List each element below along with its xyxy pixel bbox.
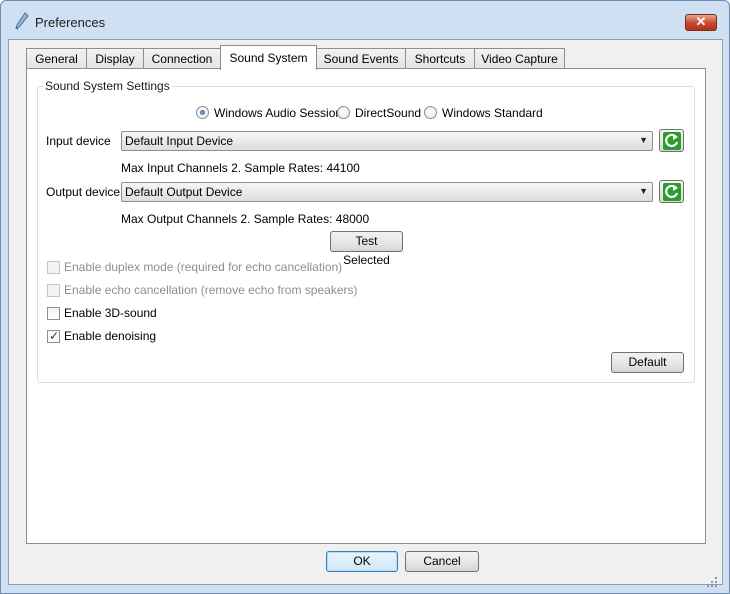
checkbox-denoising[interactable]: ✓ Enable denoising <box>47 329 157 345</box>
input-device-info: Max Input Channels 2. Sample Rates: 4410… <box>121 161 360 175</box>
ok-button[interactable]: OK <box>326 551 398 572</box>
cancel-button[interactable]: Cancel <box>405 551 479 572</box>
close-icon: ✕ <box>695 14 707 29</box>
checkbox <box>47 284 60 297</box>
radio-directsound[interactable]: DirectSound <box>337 105 421 121</box>
tab-sound-system[interactable]: Sound System <box>220 45 317 70</box>
refresh-output-button[interactable] <box>659 180 684 203</box>
tab-general[interactable]: General <box>26 48 87 69</box>
sound-system-panel: Sound System Settings Windows Audio Sess… <box>26 68 706 544</box>
dropdown-arrow-icon: ▼ <box>639 135 648 145</box>
radio-label: Windows Audio Session <box>214 106 343 120</box>
checkbox-checked[interactable]: ✓ <box>47 329 60 343</box>
radio-button[interactable] <box>337 106 350 119</box>
refresh-input-button[interactable] <box>659 129 684 152</box>
checkbox-label: Enable echo cancellation (remove echo fr… <box>64 283 358 297</box>
tab-display[interactable]: Display <box>86 48 144 69</box>
checkbox[interactable] <box>47 307 60 320</box>
output-device-info: Max Output Channels 2. Sample Rates: 480… <box>121 212 370 226</box>
app-icon <box>15 12 29 30</box>
input-device-select[interactable]: Default Input Device ▼ <box>121 131 653 151</box>
checkmark-icon: ✓ <box>49 329 60 343</box>
output-device-label: Output device <box>46 185 121 199</box>
output-device-select[interactable]: Default Output Device ▼ <box>121 182 653 202</box>
radio-windows-audio-session[interactable]: Windows Audio Session <box>196 105 342 121</box>
test-selected-button[interactable]: Test Selected <box>330 231 403 267</box>
checkbox-label: Enable 3D-sound <box>64 306 157 320</box>
close-button[interactable]: ✕ <box>685 14 717 31</box>
default-button[interactable]: Default <box>611 352 684 373</box>
title-bar[interactable]: Preferences ✕ <box>1 1 729 39</box>
preferences-window: Preferences ✕ General Display Connection… <box>0 0 730 594</box>
tab-sound-events[interactable]: Sound Events <box>316 48 406 69</box>
output-device-value: Default Output Device <box>125 185 243 199</box>
radio-windows-standard[interactable]: Windows Standard <box>424 105 543 121</box>
tab-video-capture[interactable]: Video Capture <box>474 48 565 69</box>
dropdown-arrow-icon: ▼ <box>639 186 648 196</box>
dialog-body: General Display Connection Sound System … <box>8 39 723 585</box>
tab-shortcuts[interactable]: Shortcuts <box>405 48 475 69</box>
checkbox-echo-cancellation: Enable echo cancellation (remove echo fr… <box>47 283 357 299</box>
input-device-label: Input device <box>46 134 111 148</box>
checkbox-label: Enable denoising <box>64 329 157 343</box>
tab-connection[interactable]: Connection <box>143 48 221 69</box>
radio-label: DirectSound <box>355 106 422 120</box>
radio-button-checked[interactable] <box>196 106 209 119</box>
checkbox <box>47 261 60 274</box>
radio-button[interactable] <box>424 106 437 119</box>
refresh-icon <box>663 132 681 150</box>
checkbox-label: Enable duplex mode (required for echo ca… <box>64 260 343 274</box>
input-device-value: Default Input Device <box>125 134 234 148</box>
checkbox-3d-sound[interactable]: Enable 3D-sound <box>47 306 157 322</box>
radio-label: Windows Standard <box>442 106 543 120</box>
window-title: Preferences <box>35 15 106 30</box>
group-title: Sound System Settings <box>43 79 172 93</box>
checkbox-duplex-mode: Enable duplex mode (required for echo ca… <box>47 260 342 276</box>
refresh-icon <box>663 183 681 201</box>
resize-grip-icon[interactable] <box>705 575 719 589</box>
